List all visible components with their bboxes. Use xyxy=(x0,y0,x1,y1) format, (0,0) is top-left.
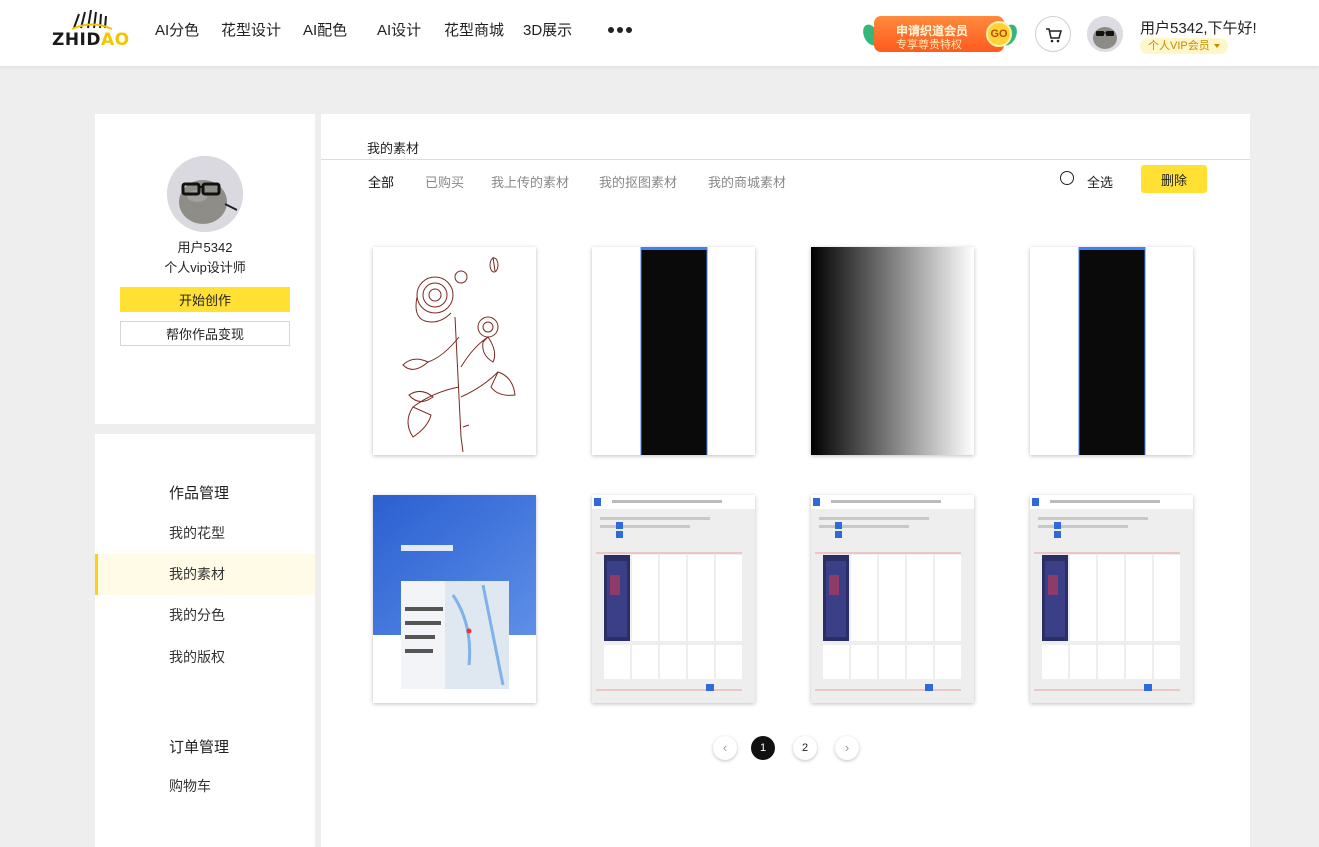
menu-item-my-separations[interactable]: 我的分色 xyxy=(95,595,315,636)
chevron-left-icon[interactable]: ‹ xyxy=(713,736,737,760)
side-menu: 作品管理 我的花型 我的素材 我的分色 我的版权 订单管理 购物车 xyxy=(95,434,315,847)
pagination: ‹ 1 2 › xyxy=(713,736,863,762)
material-card-editor-screenshot[interactable] xyxy=(811,495,974,703)
rock-mascot-avatar xyxy=(1087,16,1123,52)
vip-apply-banner[interactable]: 申请织道会员 专享尊贵特权 GO xyxy=(860,14,1020,54)
more-dots-icon[interactable] xyxy=(607,20,635,40)
user-greeting: 用户5342,下午好! xyxy=(1140,20,1257,37)
tab-all[interactable]: 全部 xyxy=(368,172,394,191)
top-header: ZHIDAO AI分色 花型设计 AI配色 AI设计 花型商城 3D展示 申请织… xyxy=(0,0,1319,67)
nav-pattern-design[interactable]: 花型设计 xyxy=(221,19,281,40)
gradient-image xyxy=(811,247,974,455)
menu-item-my-copyrights[interactable]: 我的版权 xyxy=(95,637,315,678)
page-2-button[interactable]: 2 xyxy=(793,736,817,760)
editor-screenshot-image xyxy=(592,495,755,703)
zhidao-logo[interactable]: ZHIDAO xyxy=(52,10,130,50)
select-all-radio[interactable] xyxy=(1060,171,1074,185)
tab-cutout[interactable]: 我的抠图素材 xyxy=(599,172,677,191)
start-creating-button[interactable]: 开始创作 xyxy=(120,287,290,312)
page-1-button[interactable]: 1 xyxy=(751,736,775,760)
nav-ai-coloring[interactable]: AI配色 xyxy=(303,19,347,40)
logo-wave-icon xyxy=(71,10,113,30)
cart-button[interactable] xyxy=(1035,16,1071,52)
monetize-works-button[interactable]: 帮你作品变现 xyxy=(120,321,290,346)
menu-group-works: 作品管理 xyxy=(169,485,230,502)
tab-mall-materials[interactable]: 我的商城素材 xyxy=(708,172,786,191)
material-card-gradient[interactable] xyxy=(811,247,974,455)
nav-ai-design[interactable]: AI设计 xyxy=(377,19,421,40)
rock-mascot-avatar xyxy=(167,156,243,232)
editor-screenshot-image xyxy=(1030,495,1193,703)
page-title: 我的素材 xyxy=(367,141,420,156)
header-avatar[interactable] xyxy=(1087,16,1123,52)
vip-level-dropdown[interactable]: 个人VIP会员 xyxy=(1140,38,1228,54)
tab-purchased[interactable]: 已购买 xyxy=(425,172,464,191)
nav-pattern-mall[interactable]: 花型商城 xyxy=(444,19,504,40)
chevron-right-icon[interactable]: › xyxy=(835,736,859,760)
editor-screenshot-image xyxy=(811,495,974,703)
blue-screenshot-image xyxy=(373,495,536,703)
menu-group-orders: 订单管理 xyxy=(169,739,230,756)
menu-item-cart[interactable]: 购物车 xyxy=(95,766,315,807)
delete-button[interactable]: 删除 xyxy=(1141,165,1207,193)
select-all-label[interactable]: 全选 xyxy=(1087,172,1113,191)
logo-wordmark: ZHIDAO xyxy=(52,30,130,50)
go-badge: GO xyxy=(986,21,1012,47)
profile-avatar[interactable] xyxy=(167,156,243,232)
material-card-blue-screenshot[interactable] xyxy=(373,495,536,703)
material-card-black-stripe[interactable] xyxy=(1030,247,1193,455)
chevron-down-icon xyxy=(1213,44,1220,49)
menu-item-my-patterns[interactable]: 我的花型 xyxy=(95,513,315,554)
black-stripe-image xyxy=(1030,247,1193,455)
materials-panel: 我的素材 全部 已购买 我上传的素材 我的抠图素材 我的商城素材 全选 删除 ‹… xyxy=(321,114,1250,847)
nav-3d-display[interactable]: 3D展示 xyxy=(523,19,572,40)
nav-ai-separation[interactable]: AI分色 xyxy=(155,19,199,40)
black-stripe-image xyxy=(592,247,755,455)
cart-icon xyxy=(1046,28,1062,43)
menu-item-my-materials[interactable]: 我的素材 xyxy=(95,554,315,595)
rose-sketch-image xyxy=(373,247,536,455)
material-card-editor-screenshot[interactable] xyxy=(592,495,755,703)
profile-role: 个人vip设计师 xyxy=(164,260,246,275)
material-card-editor-screenshot[interactable] xyxy=(1030,495,1193,703)
vip-banner-subtitle: 专享尊贵特权 xyxy=(896,39,962,51)
profile-username: 用户5342 xyxy=(177,240,233,255)
material-card-black-stripe[interactable] xyxy=(592,247,755,455)
profile-card: 用户5342 个人vip设计师 开始创作 帮你作品变现 xyxy=(95,114,315,424)
material-card-rose-sketch[interactable] xyxy=(373,247,536,455)
title-divider xyxy=(321,159,1250,160)
tab-uploaded[interactable]: 我上传的素材 xyxy=(491,172,569,191)
